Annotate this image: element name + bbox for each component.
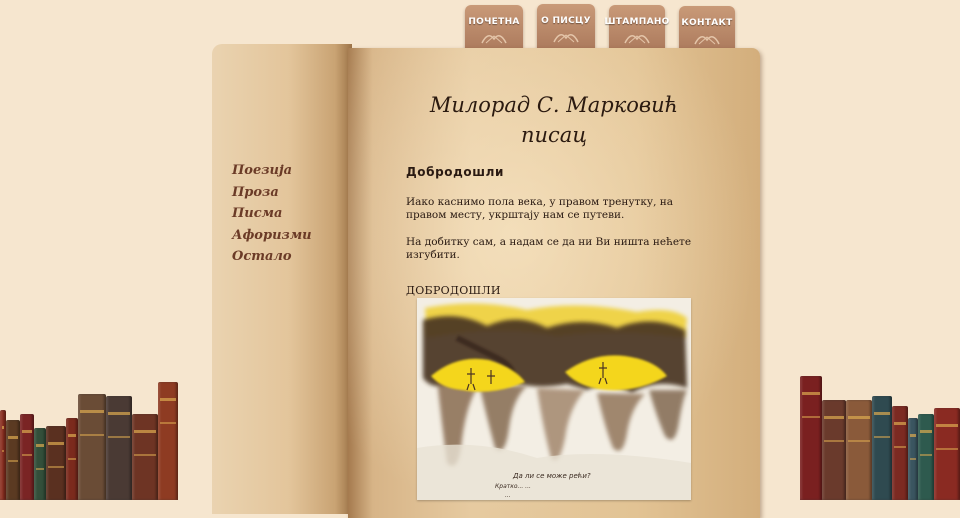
page-title: Милорад С. Марковић писац (348, 90, 760, 150)
book-spine (132, 414, 158, 500)
book-spine (918, 414, 934, 500)
tab-about-label: О ПИСЦУ (541, 16, 591, 26)
book-spine (846, 400, 872, 500)
tab-home-label: ПОЧЕТНА (468, 17, 520, 27)
book-spine (78, 394, 106, 500)
menu-item-other[interactable]: Остало (232, 246, 312, 268)
tab-contact-label: КОНТАКТ (681, 18, 733, 28)
book-spine (822, 400, 846, 500)
menu-item-letters[interactable]: Писма (232, 203, 312, 225)
bookshelf-left (0, 380, 180, 500)
author-name: Милорад С. Марковић (429, 93, 679, 117)
painting-caption: Да ли се може рећи? (512, 472, 591, 480)
painting-image: Да ли се може рећи? Кратко... ... ... (417, 298, 691, 500)
book-spine (66, 418, 78, 500)
welcome-heading: Добродошли (406, 165, 505, 179)
painting-handwriting-line-3: ... (505, 492, 511, 499)
ornament-icon (553, 34, 579, 43)
ornament-icon (624, 35, 650, 44)
tab-printed-label: ШТАМПАНО (604, 17, 670, 27)
menu-item-prose[interactable]: Проза (232, 182, 312, 204)
book-spine (46, 426, 66, 500)
book-spine (6, 420, 20, 500)
menu-item-aphorisms[interactable]: Афоризми (232, 225, 312, 247)
book-spine (800, 376, 822, 500)
book-spine (934, 408, 960, 500)
top-nav: ПОЧЕТНА О ПИСЦУ ШТАМПАНО КОНТАКТ (465, 0, 735, 56)
bookshelf-right (800, 374, 960, 500)
book-spine (908, 418, 918, 500)
intro-paragraph-1: Иако каснимо пола века, у правом тренутк… (406, 196, 674, 221)
painting-artwork: Да ли се може рећи? Кратко... ... ... (417, 298, 691, 500)
main-content: Добродошли Иако каснимо пола века, у пра… (406, 165, 706, 311)
book-spine (892, 406, 908, 500)
welcome-caps-heading: ДОБРОДОШЛИ (406, 284, 501, 297)
book-left-page (212, 44, 352, 514)
painting-handwriting-line-2: Кратко... ... (495, 483, 531, 490)
ornament-icon (481, 35, 507, 44)
author-role: писац (521, 123, 587, 147)
book-spine (34, 428, 46, 500)
intro-paragraph-2: На добитку сам, а надам се да ни Ви ништ… (406, 236, 692, 261)
side-menu: Поезија Проза Писма Афоризми Остало (232, 160, 312, 268)
book-spine (106, 396, 132, 500)
book-spine (158, 382, 178, 500)
book-spine (872, 396, 892, 500)
book-spine (20, 414, 34, 500)
menu-item-poetry[interactable]: Поезија (232, 160, 312, 182)
